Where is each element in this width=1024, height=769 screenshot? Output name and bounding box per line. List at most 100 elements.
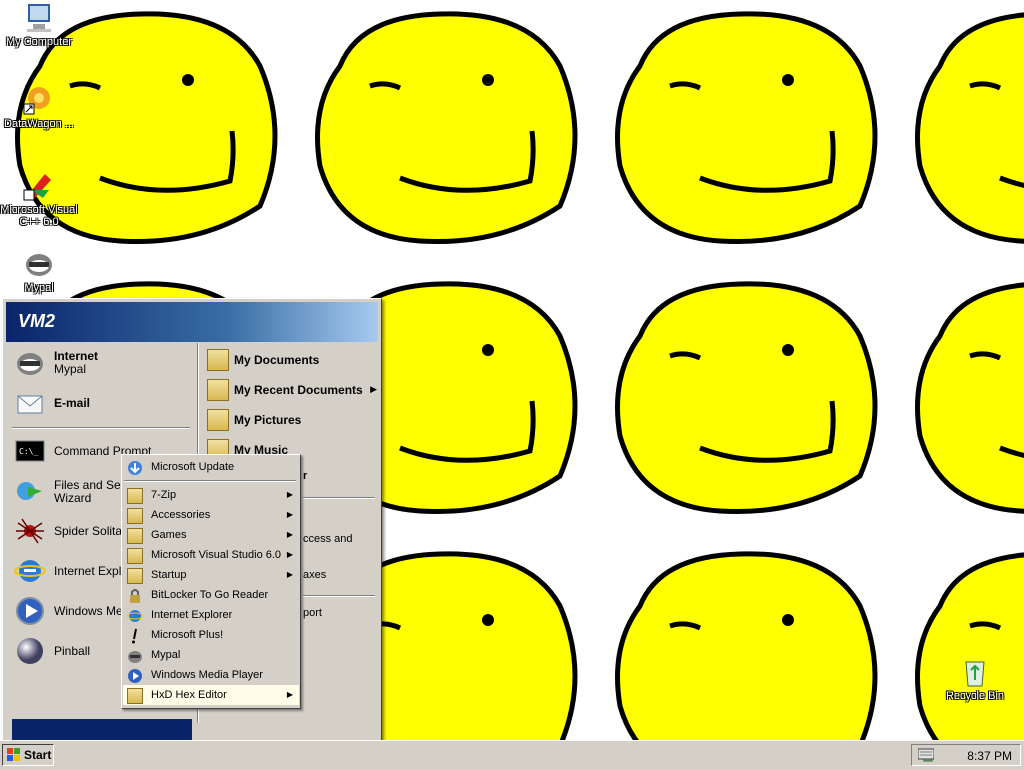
menu-item-visual-studio[interactable]: Microsoft Visual Studio 6.0 ▶ <box>123 545 299 565</box>
update-icon <box>127 460 143 476</box>
ie-icon <box>14 555 46 587</box>
separator <box>12 427 190 429</box>
start-menu-header: VM2 <box>6 302 378 342</box>
desktop-icon-visual-cpp[interactable]: Microsoft Visual C++ 6.0 <box>0 170 78 228</box>
partial-text: port <box>303 607 322 619</box>
submenu-arrow-icon: ▶ <box>286 530 293 539</box>
plus-icon <box>127 628 143 644</box>
command-prompt-icon: C:\_ <box>14 435 46 467</box>
my-documents-icon <box>207 349 229 371</box>
desktop-icon-label: Mypal <box>24 282 54 294</box>
taskbar: Start 8:37 PM <box>0 740 1024 769</box>
smiley-wallpaper-tile <box>915 12 1024 244</box>
desktop-icon-label: DataWagon ... <box>4 118 74 130</box>
submenu-arrow-icon: ▶ <box>370 384 377 394</box>
wmp-icon <box>127 668 143 684</box>
submenu-arrow-icon: ▶ <box>286 490 293 499</box>
windows-logo-icon <box>7 748 20 761</box>
submenu-arrow-icon: ▶ <box>286 570 293 579</box>
desktop-icon-datawagon[interactable]: DataWagon ... <box>0 84 78 130</box>
folder-icon <box>127 488 143 504</box>
menu-item-label: BitLocker To Go Reader <box>151 589 269 601</box>
menu-item-windows-media-player[interactable]: Windows Media Player <box>123 665 299 685</box>
my-recent-documents-icon <box>207 379 229 401</box>
folder-icon <box>127 508 143 524</box>
menu-item-label: Microsoft Update <box>151 461 235 473</box>
menu-item-label: Accessories <box>151 509 211 521</box>
start-item-title: Internet <box>54 349 99 363</box>
start-button[interactable]: Start <box>2 744 54 766</box>
desktop-icon-label: Microsoft Visual C++ 6.0 <box>0 204 78 228</box>
menu-item-label: Internet Explorer <box>151 609 233 621</box>
desktop-icon-my-computer[interactable]: My Computer <box>0 2 78 48</box>
partial-text: ccess and <box>303 533 353 545</box>
smiley-wallpaper-tile <box>315 11 578 245</box>
desktop-icon-label: Recycle Bin <box>945 690 1005 702</box>
user-name: VM2 <box>18 311 56 331</box>
submenu-arrow-icon: ▶ <box>286 510 293 519</box>
start-item-internet[interactable]: Internet Mypal <box>10 345 194 381</box>
folder-icon <box>127 528 143 544</box>
email-icon <box>14 387 46 419</box>
start-item-label: My Documents <box>234 353 320 367</box>
start-item-my-pictures[interactable]: My Pictures <box>203 405 379 433</box>
keyboard-icon[interactable] <box>917 746 935 760</box>
partial-text: r <box>303 470 308 482</box>
menu-item-microsoft-update[interactable]: Microsoft Update <box>123 457 299 477</box>
start-item-title: E-mail <box>54 396 91 410</box>
start-item-label: My Pictures <box>234 413 302 427</box>
desktop-icon-label: My Computer <box>5 36 73 48</box>
start-item-label: My Recent Documents <box>234 383 363 397</box>
spider-icon <box>14 515 46 547</box>
folder-icon <box>127 548 143 564</box>
menu-item-hxd-hex-editor[interactable]: HxD Hex Editor ▶ <box>123 685 299 705</box>
programs-submenu: Microsoft Update 7-Zip ▶ Accessories ▶ G… <box>121 454 301 709</box>
visual-cpp-icon <box>23 170 55 202</box>
smiley-wallpaper-tile <box>615 11 878 245</box>
menu-item-label: Windows Media Player <box>151 669 263 681</box>
folder-icon <box>127 688 143 704</box>
start-item-email[interactable]: E-mail <box>10 385 194 421</box>
mypal-icon <box>23 248 55 280</box>
menu-item-label: Microsoft Plus! <box>151 629 224 641</box>
menu-item-label: HxD Hex Editor <box>151 689 227 701</box>
menu-item-label: Microsoft Visual Studio 6.0 <box>151 549 282 561</box>
menu-item-startup[interactable]: Startup ▶ <box>123 565 299 585</box>
menu-item-accessories[interactable]: Accessories ▶ <box>123 505 299 525</box>
partial-text: axes <box>303 569 327 581</box>
clock[interactable]: 8:37 PM <box>967 749 1012 763</box>
desktop-icon-mypal[interactable]: Mypal <box>0 248 78 294</box>
menu-item-label: Games <box>151 529 187 541</box>
smiley-wallpaper-tile <box>615 281 878 515</box>
menu-item-label: 7-Zip <box>151 489 177 501</box>
my-pictures-icon <box>207 409 229 431</box>
ie-icon <box>126 608 144 624</box>
menu-item-microsoft-plus[interactable]: Microsoft Plus! <box>123 625 299 645</box>
separator <box>303 497 375 499</box>
menu-item-label: Startup <box>151 569 187 581</box>
menu-item-7zip[interactable]: 7-Zip ▶ <box>123 485 299 505</box>
svg-text:C:\_: C:\_ <box>19 447 38 456</box>
mypal-icon <box>127 648 143 664</box>
start-item-label-line2: Wizard <box>54 491 92 505</box>
pinball-icon <box>14 635 46 667</box>
start-item-my-documents[interactable]: My Documents <box>203 345 379 373</box>
start-item-label: Pinball <box>54 644 91 658</box>
submenu-arrow-icon: ▶ <box>286 690 293 699</box>
submenu-arrow-icon: ▶ <box>286 550 293 559</box>
start-item-my-recent-documents[interactable]: My Recent Documents ▶ <box>203 375 379 403</box>
recycle-bin-icon <box>959 656 991 688</box>
transfer-wizard-icon <box>14 475 46 507</box>
smiley-wallpaper-tile <box>615 551 878 740</box>
start-item-subtitle: Mypal <box>54 362 87 376</box>
folder-icon <box>127 568 143 584</box>
menu-item-internet-explorer[interactable]: Internet Explorer <box>123 605 299 625</box>
start-label: Start <box>24 748 52 762</box>
menu-item-bitlocker[interactable]: BitLocker To Go Reader <box>123 585 299 605</box>
bitlocker-icon <box>127 588 143 604</box>
shortcut-icon <box>23 84 55 116</box>
menu-item-games[interactable]: Games ▶ <box>123 525 299 545</box>
menu-item-mypal[interactable]: Mypal <box>123 645 299 665</box>
desktop-icon-recycle-bin[interactable]: Recycle Bin <box>936 656 1014 702</box>
smiley-wallpaper-tile <box>915 552 1024 740</box>
